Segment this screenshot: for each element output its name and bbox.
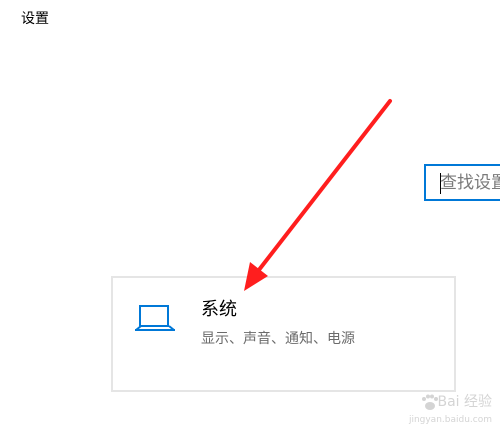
watermark-subtext: jingyan.baidu.com — [408, 415, 492, 425]
tile-subtitle: 显示、声音、通知、电源 — [201, 331, 355, 347]
settings-tile-system[interactable]: 系统 显示、声音、通知、电源 — [111, 276, 456, 392]
page-title: 设置 — [21, 11, 49, 27]
search-input[interactable] — [440, 172, 500, 194]
tile-title: 系统 — [201, 299, 237, 320]
search-box[interactable] — [424, 164, 500, 201]
watermark-text: Bai 经验 — [437, 394, 492, 410]
laptop-icon — [135, 305, 175, 331]
settings-page: 设置 系统 显示、声音、通知、电源 Bai 经验 jingyan.baidu.c… — [0, 0, 500, 433]
watermark: Bai 经验 jingyan.baidu.com — [406, 391, 492, 425]
